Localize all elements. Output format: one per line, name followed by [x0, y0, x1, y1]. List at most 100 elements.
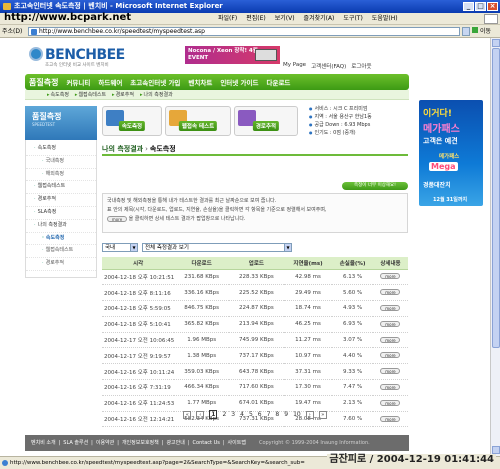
- sidebar-item[interactable]: SLA측정: [26, 207, 96, 220]
- minimize-button[interactable]: _: [463, 2, 474, 11]
- last-page-button[interactable]: »: [318, 410, 327, 419]
- more-button[interactable]: more: [380, 304, 401, 311]
- nav-item-benchchart[interactable]: 벤치차트: [188, 77, 212, 87]
- page-link[interactable]: 4: [240, 411, 244, 418]
- footer-link[interactable]: Contact Us: [193, 435, 220, 451]
- cell-latency: 46.25 ms: [283, 316, 333, 333]
- card-webtest[interactable]: 웹접속 테스트: [165, 106, 231, 136]
- scroll-thumb[interactable]: [492, 48, 500, 348]
- sidebar-subtitle: SPEEDTEST: [32, 122, 56, 127]
- side-banner-ad[interactable]: 이거다! 메가패스 고객은 예견 메가패스 Mega 경품대잔치 12월 31일…: [419, 100, 483, 206]
- cell-upload: 228.33 KBps: [229, 269, 284, 286]
- next-page-button[interactable]: ›: [305, 410, 314, 419]
- menu-favorites[interactable]: 즐겨찾기(A): [304, 13, 335, 24]
- page-link[interactable]: 9: [284, 411, 288, 418]
- vertical-scrollbar[interactable]: [490, 38, 500, 456]
- sidebar-item[interactable]: 웹접속테스트: [26, 245, 96, 259]
- subnav-webtest[interactable]: 웹접속테스트: [75, 90, 106, 99]
- page-link[interactable]: 7: [267, 411, 271, 418]
- card-speedtest[interactable]: 속도측정: [102, 106, 162, 136]
- footer-link[interactable]: 사이트맵: [228, 435, 246, 451]
- ad-text: 이거다!: [423, 109, 452, 119]
- more-button[interactable]: more: [380, 320, 401, 327]
- sidebar-item-active[interactable]: 속도측정: [26, 233, 96, 246]
- more-button[interactable]: more: [380, 399, 401, 406]
- cell-loss: 2.13 %: [332, 395, 373, 412]
- maximize-button[interactable]: □: [475, 2, 486, 11]
- page-link[interactable]: 6: [258, 411, 262, 418]
- menu-help[interactable]: 도움말(H): [372, 13, 398, 24]
- top-banner-ad[interactable]: Nocona / Xeon 장착! 4월 EVENT: [185, 46, 280, 64]
- col-latency[interactable]: 지연율(ms): [283, 257, 333, 270]
- footer-link[interactable]: 광고안내: [166, 435, 184, 451]
- subnav-trace[interactable]: 경로추적: [112, 90, 134, 99]
- nav-item-signup[interactable]: 초고속인터넷 가입: [130, 77, 180, 87]
- more-button[interactable]: more: [380, 368, 401, 375]
- logout-link[interactable]: 로그아웃: [351, 62, 371, 70]
- more-button[interactable]: more: [380, 383, 401, 390]
- cell-detail: more: [372, 284, 408, 302]
- sidebar-item[interactable]: 웹접속테스트: [26, 181, 96, 195]
- menu-view[interactable]: 보기(V): [275, 13, 295, 24]
- faq-link[interactable]: 고객센터(FAQ): [311, 62, 346, 70]
- period-select[interactable]: 전체 측정결과 보기 ▼: [142, 243, 292, 252]
- more-pill-example: more: [107, 215, 127, 222]
- cell-loss: 9.33 %: [332, 363, 373, 381]
- more-button[interactable]: more: [380, 289, 401, 296]
- nav-item-hardware[interactable]: 하드웨어: [98, 77, 122, 87]
- nav-item-speedtest[interactable]: 품질측정: [29, 77, 58, 88]
- page-link[interactable]: 8: [275, 411, 279, 418]
- scroll-up-icon[interactable]: [492, 39, 500, 47]
- sidebar-item[interactable]: 속도측정: [26, 143, 96, 156]
- subnav-speed[interactable]: 속도측정: [47, 90, 69, 99]
- menu-file[interactable]: 파일(F): [218, 13, 237, 24]
- cell-upload: 643.78 KBps: [229, 363, 284, 381]
- report-problem-button[interactable]: 측정이 너무 이상해요!: [342, 182, 408, 190]
- ad-text: 12월 31일까지: [433, 197, 468, 203]
- close-button[interactable]: ×: [487, 2, 498, 11]
- table-row: 2004-12-17 오전 10:06:45 1.96 MBps 745.99 KB…: [102, 332, 408, 349]
- card-label: 경로추적: [252, 121, 280, 131]
- footer-link[interactable]: 이용약관: [96, 435, 114, 451]
- menu-edit[interactable]: 편집(E): [246, 13, 266, 24]
- nav-item-community[interactable]: 커뮤니티: [66, 77, 90, 87]
- region-select[interactable]: 국내 ▼: [102, 243, 138, 252]
- nav-item-guide[interactable]: 인터넷 가이드: [220, 77, 258, 87]
- more-button[interactable]: more: [380, 336, 401, 343]
- more-button[interactable]: more: [380, 273, 401, 280]
- go-button[interactable]: 이동: [472, 27, 498, 36]
- col-upload[interactable]: 업로드: [229, 257, 284, 270]
- subnav-myresults[interactable]: 나의 측정결과: [140, 90, 172, 99]
- footer-link[interactable]: 벤치비 소개: [31, 435, 56, 451]
- page-link[interactable]: 10: [293, 411, 301, 418]
- page-link[interactable]: 2: [222, 411, 226, 418]
- address-input[interactable]: http://www.benchbee.co.kr/speedtest/mysp…: [28, 27, 460, 36]
- sidebar-item[interactable]: 경로추적: [26, 194, 96, 207]
- nav-item-download[interactable]: 다운로드: [266, 77, 290, 87]
- go-arrow-icon: [472, 27, 478, 33]
- ad-text: Mega: [429, 162, 458, 171]
- first-page-button[interactable]: «: [183, 410, 192, 419]
- menu-tools[interactable]: 도구(T): [343, 13, 362, 24]
- footer-link[interactable]: SLA 솔루션: [63, 435, 88, 451]
- card-traceroute[interactable]: 경로추적: [234, 106, 298, 136]
- page-link[interactable]: 3: [231, 411, 235, 418]
- prev-page-button[interactable]: ‹: [196, 410, 205, 419]
- more-button[interactable]: more: [380, 352, 401, 359]
- mypage-link[interactable]: My Page: [283, 62, 306, 70]
- logo-text: BENCHBEE: [45, 47, 125, 63]
- sidebar-item[interactable]: 나의 측정결과: [26, 220, 96, 233]
- page-link[interactable]: 5: [249, 411, 253, 418]
- cell-loss: 4.40 %: [332, 347, 373, 365]
- scroll-down-icon[interactable]: [492, 446, 500, 454]
- address-dropdown[interactable]: [462, 27, 470, 36]
- sidebar-item[interactable]: 해외측정: [26, 169, 96, 182]
- sidebar-item[interactable]: 국내측정: [26, 156, 96, 169]
- footer-link[interactable]: 개인정보보호정책: [122, 435, 159, 451]
- col-loss[interactable]: 손실율(%): [332, 257, 373, 270]
- site-logo[interactable]: BENCHBEE 초고속 인터넷 비교 사이트 벤치비: [29, 47, 125, 69]
- sidebar-item[interactable]: 경로추적: [26, 258, 96, 271]
- col-time[interactable]: 시각: [102, 257, 175, 270]
- col-download[interactable]: 다운로드: [174, 257, 230, 270]
- page-current[interactable]: 1: [209, 410, 218, 419]
